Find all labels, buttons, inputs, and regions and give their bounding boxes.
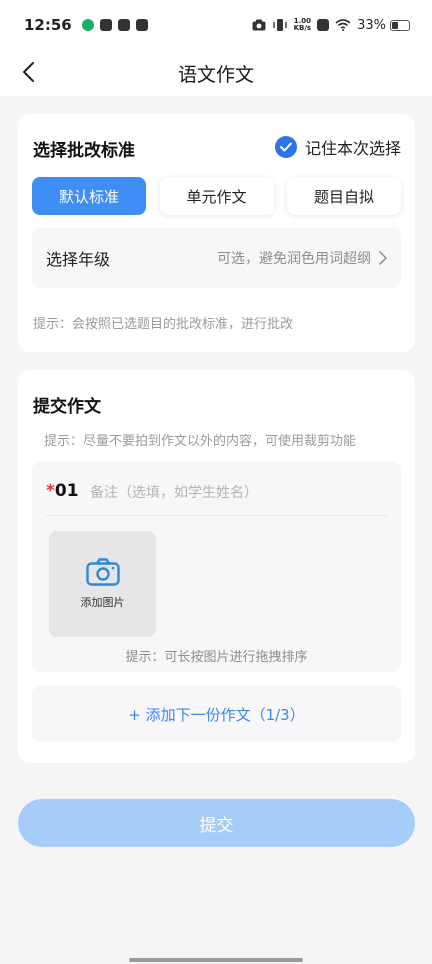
page-title: 语文作文	[177, 63, 254, 86]
wifi-icon	[335, 19, 351, 31]
screen: 12:56 1.00 KB/s 33% 语文作文 选择批改标准 记住本次选择 默…	[0, 0, 432, 964]
submission-title: 提交作文	[33, 397, 101, 417]
network-speed: 1.00 KB/s	[294, 18, 311, 32]
back-button[interactable]	[18, 60, 42, 84]
nav-bar: 语文作文	[0, 50, 432, 96]
battery-icon	[390, 19, 410, 31]
option-default-standard[interactable]: 默认标准	[32, 177, 146, 215]
grade-label: 选择年级	[46, 250, 111, 269]
network-speed-unit: KB/s	[293, 24, 312, 32]
submission-hint: 提示：尽量不要拍到作文以外的内容，可使用裁剪功能	[44, 434, 357, 449]
chevron-right-icon	[379, 251, 387, 265]
x-icon	[317, 19, 330, 31]
add-image-button[interactable]: 添加图片	[49, 531, 156, 637]
option-unit-essay[interactable]: 单元作文	[159, 177, 274, 215]
check-icon	[274, 136, 297, 158]
essay-item: *01 添加图片 提示：可长按图片进行拖拽排序	[32, 462, 401, 672]
remember-choice-checkbox[interactable]: 记住本次选择	[274, 135, 401, 159]
camera-icon	[85, 558, 120, 586]
sort-hint: 提示：可长按图片进行拖拽排序	[125, 650, 308, 665]
chat-icon	[135, 19, 148, 31]
criteria-card: 选择批改标准 记住本次选择 默认标准 单元作文 题目自拟 选择年级 可选，避免润…	[18, 114, 415, 352]
submit-button[interactable]: 提交	[18, 799, 415, 847]
battery: 33%	[357, 18, 410, 33]
required-mark: *	[46, 481, 55, 501]
essay-note-input[interactable]	[90, 480, 386, 506]
submission-card: 提交作文 提示：尽量不要拍到作文以外的内容，可使用裁剪功能 *01 添加图片 提…	[18, 370, 415, 763]
green-dot-icon	[81, 19, 94, 31]
status-left: 12:56	[24, 16, 148, 34]
vibrate-icon	[272, 19, 287, 31]
essay-number: *01	[46, 481, 79, 501]
criteria-options: 默认标准 单元作文 题目自拟	[32, 177, 401, 215]
inbox-icon	[99, 19, 112, 31]
add-image-label: 添加图片	[80, 596, 125, 609]
link-icon	[117, 19, 130, 31]
camera-icon	[252, 19, 266, 31]
criteria-hint: 提示：会按照已选题目的批改标准，进行批改	[33, 317, 294, 332]
status-time: 12:56	[24, 16, 72, 34]
add-next-essay-button[interactable]: + 添加下一份作文（1/3）	[32, 686, 401, 742]
chevron-left-icon	[23, 62, 34, 82]
home-indicator[interactable]	[129, 958, 303, 962]
option-self-topic[interactable]: 题目自拟	[287, 177, 401, 215]
remember-choice-label: 记住本次选择	[304, 139, 401, 158]
battery-percent: 33%	[357, 17, 386, 33]
grade-value: 可选，避免润色用词超纲	[217, 248, 387, 268]
essay-number-value: 01	[54, 481, 79, 501]
grade-placeholder: 可选，避免润色用词超纲	[217, 251, 371, 267]
criteria-title: 选择批改标准	[33, 141, 135, 161]
status-bar: 12:56 1.00 KB/s 33%	[0, 0, 432, 50]
status-right: 1.00 KB/s 33%	[252, 18, 410, 33]
essay-divider	[46, 515, 387, 516]
grade-selector[interactable]: 选择年级 可选，避免润色用词超纲	[32, 228, 401, 288]
